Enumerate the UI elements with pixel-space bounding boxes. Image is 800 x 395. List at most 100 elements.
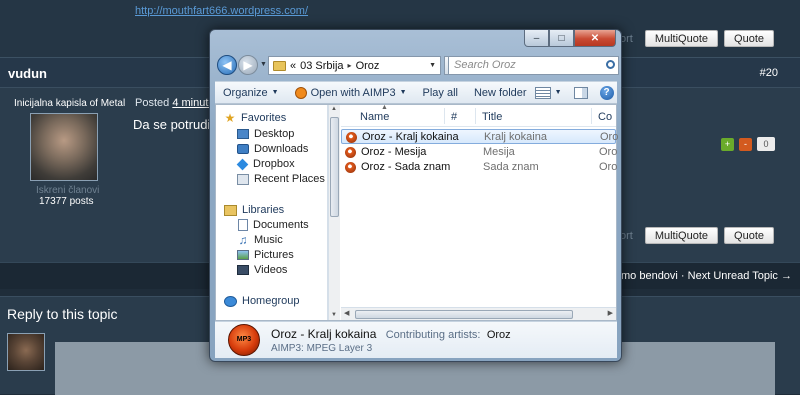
navigation-bar: ◀ ▶ ▼ « 03 Srbija ▸ Oroz ▼ ↻ Search Oroz [216, 54, 619, 78]
maximize-button[interactable]: □ [549, 30, 574, 47]
address-overflow[interactable]: « [290, 60, 296, 72]
quote-button[interactable]: Quote [724, 30, 774, 47]
multiquote-button[interactable]: MultiQuote [644, 30, 719, 47]
avatar [7, 333, 45, 371]
column-separator[interactable] [444, 108, 445, 124]
nav-pane-scrollbar[interactable]: ▲ ▼ [328, 105, 340, 320]
column-separator[interactable] [591, 108, 592, 124]
file-row[interactable]: Oroz - Mesija Mesija Oro [341, 145, 618, 160]
play-all-button[interactable]: Play all [415, 87, 466, 99]
preview-pane-icon[interactable] [573, 86, 588, 99]
explorer-window: – □ ✕ ◀ ▶ ▼ « 03 Srbija ▸ Oroz ▼ ↻ Searc… [209, 29, 622, 362]
chevron-down-icon[interactable]: ▼ [555, 89, 562, 96]
user-rank: Inicijalna kapisla of Metal [14, 98, 126, 109]
rep-down-button[interactable]: - [739, 137, 752, 151]
column-headers: ▲ Name # Title Co [341, 104, 616, 127]
multiquote-button[interactable]: MultiQuote [644, 227, 719, 244]
file-row[interactable]: Oroz - Sada znam Sada znam Oro [341, 160, 617, 175]
nav-dropbox[interactable]: Dropbox [236, 157, 295, 171]
nav-recent-places[interactable]: Recent Places [237, 172, 325, 186]
file-contributing-artist: Oro [600, 131, 619, 143]
scroll-left-icon[interactable]: ◀ [344, 309, 349, 317]
back-button[interactable]: ◀ [217, 55, 237, 75]
quote-button[interactable]: Quote [724, 227, 774, 244]
rep-count: 0 [757, 137, 775, 151]
details-artists-value[interactable]: Oroz [487, 329, 511, 341]
avatar[interactable] [30, 113, 98, 181]
signature-link[interactable]: http://mouthfart666.wordpress.com/ [135, 5, 308, 17]
organize-menu[interactable]: Organize ▼ [215, 87, 287, 99]
column-contributing-artists[interactable]: Co [598, 111, 612, 123]
window-caption-buttons: – □ ✕ [524, 30, 616, 47]
details-name-value: Oroz - Kralj kokaina [271, 327, 377, 341]
scroll-down-icon[interactable]: ▼ [331, 312, 337, 318]
forward-button[interactable]: ▶ [238, 55, 258, 75]
nav-downloads[interactable]: Downloads [237, 142, 308, 156]
file-title: Kralj kokaina [484, 131, 547, 143]
minimize-button[interactable]: – [524, 30, 549, 47]
view-options-icon[interactable] [534, 86, 551, 99]
file-list: ▲ Name # Title Co Oroz - Kralj kokaina K… [341, 104, 619, 307]
pictures-icon [237, 250, 249, 260]
top-post-actions: Report MultiQuote Quote [600, 30, 774, 47]
open-with-button[interactable]: Open with AIMP3 ▼ [287, 86, 415, 99]
column-separator[interactable] [475, 108, 476, 124]
libraries-icon [224, 204, 237, 216]
address-bar[interactable]: « 03 Srbija ▸ Oroz ▼ [268, 56, 441, 75]
scrollbar-thumb[interactable] [355, 310, 573, 319]
post-date: Posted 4 minutes [135, 97, 220, 109]
nav-documents[interactable]: Documents [237, 218, 309, 232]
nav-label: Videos [254, 264, 288, 276]
file-title: Mesija [483, 146, 515, 158]
user-group: Iskreni članovi [36, 185, 100, 196]
play-all-label: Play all [422, 86, 458, 99]
music-icon: ♫ [238, 233, 248, 247]
scrollbar-thumb[interactable] [330, 117, 339, 217]
help-icon[interactable]: ? [599, 85, 614, 100]
file-name: Oroz - Kralj kokaina [362, 131, 459, 143]
nav-favorites[interactable]: ★ Favorites [224, 111, 287, 125]
column-title[interactable]: Title [482, 111, 502, 123]
nav-label: Downloads [254, 143, 309, 155]
nav-music[interactable]: ♫ Music [237, 233, 283, 247]
chevron-down-icon: ▼ [271, 89, 279, 96]
file-contributing-artist: Oro [599, 146, 618, 158]
reputation-controls: + - 0 [721, 137, 775, 151]
scroll-right-icon[interactable]: ▶ [608, 309, 613, 317]
column-number[interactable]: # [451, 111, 457, 123]
chevron-down-icon[interactable]: ▼ [429, 62, 436, 69]
homegroup-icon [224, 295, 237, 307]
breadcrumb-03-srbija[interactable]: 03 Srbija [300, 60, 343, 72]
chevron-right-icon[interactable]: ▸ [348, 61, 352, 70]
user-post-count: 17377 posts [39, 196, 94, 207]
post-number[interactable]: #20 [760, 67, 778, 79]
new-folder-label: New folder [473, 86, 527, 99]
file-name: Oroz - Sada znam [361, 161, 451, 173]
column-name[interactable]: Name [360, 111, 389, 123]
recent-pages-dropdown[interactable]: ▼ [260, 61, 267, 68]
rep-up-button[interactable]: + [721, 137, 734, 151]
star-icon: ★ [224, 111, 236, 125]
open-with-label: Open with AIMP3 [310, 86, 396, 99]
search-icon[interactable] [606, 60, 615, 69]
close-button[interactable]: ✕ [574, 30, 616, 47]
nav-label: Dropbox [253, 158, 295, 170]
nav-desktop[interactable]: Desktop [237, 127, 294, 141]
downloads-icon [237, 144, 249, 154]
file-row[interactable]: Oroz - Kralj kokaina Kralj kokaina Oro [341, 129, 619, 144]
post-author[interactable]: vudun [8, 66, 47, 81]
nav-label: Pictures [254, 249, 294, 261]
search-input[interactable]: Search Oroz [448, 56, 619, 75]
nav-libraries[interactable]: Libraries [224, 203, 284, 217]
horizontal-scrollbar[interactable]: ◀ ▶ [341, 307, 616, 320]
breadcrumb-oroz[interactable]: Oroz [356, 60, 380, 72]
details-file-name: Oroz - Kralj kokaina Contributing artist… [271, 327, 511, 341]
nav-pictures[interactable]: Pictures [237, 248, 294, 262]
scroll-up-icon[interactable]: ▲ [331, 106, 337, 112]
file-title: Sada znam [483, 161, 539, 173]
nav-videos[interactable]: Videos [237, 263, 287, 277]
nav-homegroup[interactable]: Homegroup [224, 294, 299, 308]
navigation-pane: ★ Favorites Desktop Downloads Dropbox Re… [216, 105, 328, 320]
new-folder-button[interactable]: New folder [466, 87, 535, 99]
details-file-type: AIMP3: MPEG Layer 3 [271, 343, 373, 354]
